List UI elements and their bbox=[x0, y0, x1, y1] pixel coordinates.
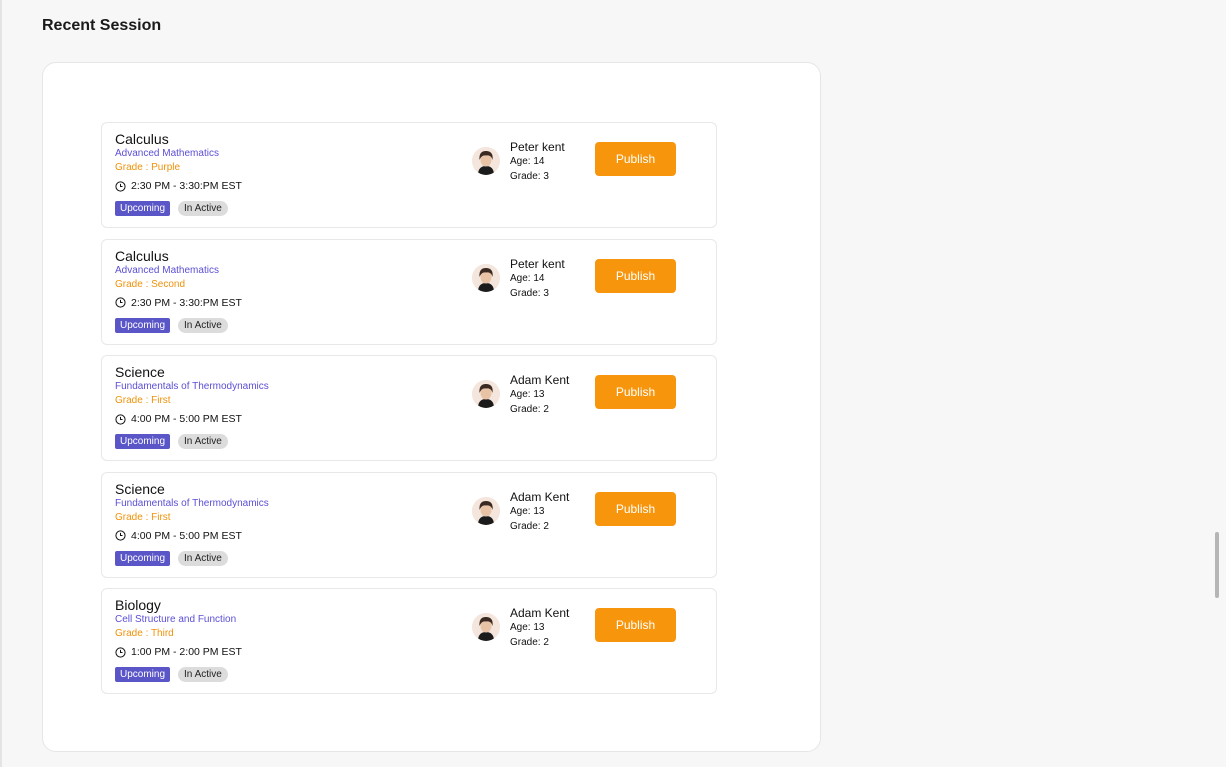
student-avatar-icon bbox=[472, 147, 500, 175]
session-topic: Fundamentals of Thermodynamics bbox=[115, 497, 269, 509]
session-subject: Science bbox=[115, 480, 165, 497]
recent-session-panel: Calculus Advanced Mathematics Grade : Pu… bbox=[42, 62, 821, 752]
session-time-row: 4:00 PM - 5:00 PM EST bbox=[115, 413, 242, 425]
student-grade: Grade: 2 bbox=[510, 637, 549, 648]
status-badge-inactive: In Active bbox=[178, 550, 228, 566]
status-badge-upcoming: Upcoming bbox=[115, 550, 171, 566]
session-grade: Grade : Third bbox=[115, 628, 174, 639]
student-avatar bbox=[472, 613, 500, 641]
publish-button[interactable]: Publish bbox=[595, 491, 676, 526]
status-badge-upcoming: Upcoming bbox=[115, 667, 171, 682]
clock-icon bbox=[115, 413, 126, 425]
session-time: 4:00 PM - 5:00 PM EST bbox=[131, 413, 242, 425]
student-avatar-icon bbox=[472, 613, 500, 641]
status-badge-inactive: In Active bbox=[178, 667, 228, 682]
student-grade: Grade: 3 bbox=[510, 287, 549, 299]
student-age: Age: 14 bbox=[510, 156, 545, 167]
student-name: Adam Kent bbox=[510, 606, 570, 620]
status-badges: Upcoming In Active bbox=[115, 667, 228, 682]
student-name: Peter kent bbox=[510, 140, 565, 154]
session-time: 4:00 PM - 5:00 PM EST bbox=[131, 529, 242, 542]
scrollbar-thumb[interactable] bbox=[1215, 532, 1219, 598]
session-time: 2:30 PM - 3:30:PM EST bbox=[131, 180, 242, 192]
student-grade: Grade: 3 bbox=[510, 171, 549, 182]
clock-icon bbox=[115, 530, 126, 541]
session-time-row: 2:30 PM - 3:30:PM EST bbox=[115, 180, 242, 192]
student-grade: Grade: 2 bbox=[510, 520, 549, 532]
session-subject: Science bbox=[115, 364, 165, 380]
session-topic: Advanced Mathematics bbox=[115, 264, 219, 276]
student-avatar-icon bbox=[472, 263, 500, 292]
status-badge-upcoming: Upcoming bbox=[115, 201, 171, 216]
student-avatar bbox=[472, 496, 500, 525]
student-name: Adam Kent bbox=[510, 373, 570, 387]
session-subject: Biology bbox=[115, 597, 161, 613]
session-subject: Calculus bbox=[115, 131, 169, 147]
page-left-border bbox=[0, 0, 2, 767]
student-name: Adam Kent bbox=[510, 489, 570, 504]
session-card: Calculus Advanced Mathematics Grade : Se… bbox=[101, 238, 717, 345]
session-grade: Grade : First bbox=[115, 511, 171, 523]
session-time: 1:00 PM - 2:00 PM EST bbox=[131, 646, 242, 658]
session-time-row: 1:00 PM - 2:00 PM EST bbox=[115, 646, 242, 658]
session-time: 2:30 PM - 3:30:PM EST bbox=[131, 296, 242, 309]
student-name: Peter kent bbox=[510, 256, 565, 271]
session-grade: Grade : Second bbox=[115, 278, 186, 290]
student-grade: Grade: 2 bbox=[510, 404, 549, 415]
session-card: Science Fundamentals of Thermodynamics G… bbox=[101, 355, 717, 461]
clock-icon bbox=[115, 297, 126, 308]
session-topic: Fundamentals of Thermodynamics bbox=[115, 381, 269, 392]
publish-button[interactable]: Publish bbox=[595, 258, 676, 293]
status-badge-upcoming: Upcoming bbox=[115, 317, 171, 333]
status-badge-inactive: In Active bbox=[178, 201, 228, 216]
session-card: Science Fundamentals of Thermodynamics G… bbox=[101, 471, 717, 578]
student-avatar bbox=[472, 263, 500, 292]
session-topic: Cell Structure and Function bbox=[115, 614, 237, 625]
clock-icon bbox=[115, 646, 126, 658]
session-topic: Advanced Mathematics bbox=[115, 148, 219, 159]
page-title: Recent Session bbox=[42, 17, 162, 34]
session-card: Biology Cell Structure and Function Grad… bbox=[101, 588, 717, 694]
publish-button[interactable]: Publish bbox=[595, 142, 676, 176]
student-avatar bbox=[472, 380, 500, 408]
session-time-row: 2:30 PM - 3:30:PM EST bbox=[115, 297, 242, 309]
student-age: Age: 13 bbox=[510, 505, 545, 517]
student-age: Age: 14 bbox=[510, 272, 545, 284]
session-grade: Grade : First bbox=[115, 395, 171, 406]
student-avatar-icon bbox=[472, 496, 500, 525]
status-badges: Upcoming In Active bbox=[115, 317, 228, 333]
session-grade: Grade : Purple bbox=[115, 162, 181, 173]
status-badges: Upcoming In Active bbox=[115, 550, 228, 566]
status-badge-inactive: In Active bbox=[178, 317, 228, 333]
status-badge-inactive: In Active bbox=[178, 434, 228, 449]
student-avatar bbox=[472, 147, 500, 175]
session-list: Calculus Advanced Mathematics Grade : Pu… bbox=[101, 122, 717, 705]
status-badges: Upcoming In Active bbox=[115, 201, 228, 216]
student-age: Age: 13 bbox=[510, 622, 545, 633]
session-card: Calculus Advanced Mathematics Grade : Pu… bbox=[101, 122, 717, 228]
status-badge-upcoming: Upcoming bbox=[115, 434, 171, 449]
student-avatar-icon bbox=[472, 380, 500, 408]
student-age: Age: 13 bbox=[510, 389, 545, 400]
clock-icon bbox=[115, 180, 126, 192]
publish-button[interactable]: Publish bbox=[595, 375, 676, 409]
publish-button[interactable]: Publish bbox=[595, 608, 676, 642]
session-subject: Calculus bbox=[115, 247, 169, 264]
session-time-row: 4:00 PM - 5:00 PM EST bbox=[115, 530, 242, 542]
status-badges: Upcoming In Active bbox=[115, 434, 228, 449]
